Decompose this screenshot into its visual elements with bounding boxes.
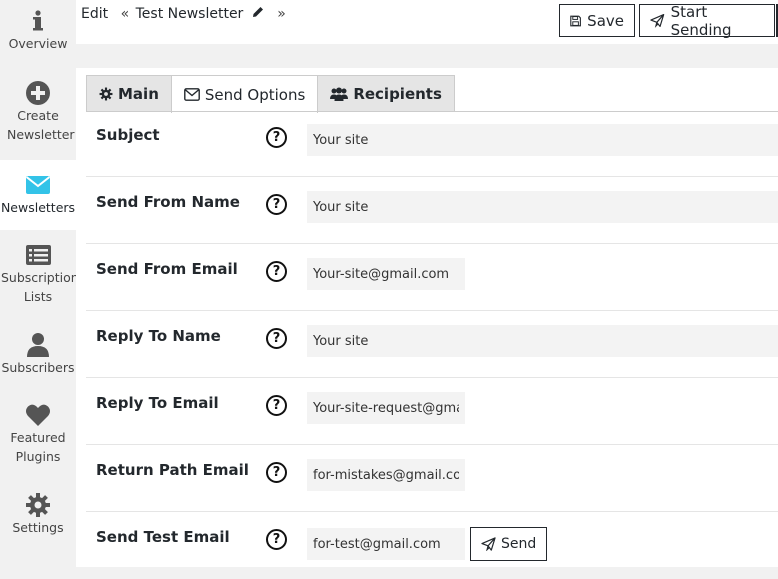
start-sending-button[interactable]: Start Sending <box>639 2 775 39</box>
user-icon <box>27 333 49 357</box>
send-from-email-input[interactable] <box>307 258 465 290</box>
save-button[interactable]: Save <box>559 4 635 37</box>
return-path-email-input[interactable] <box>307 459 465 491</box>
tab-label: Send Options <box>204 85 306 104</box>
form-row-return-path-email: Return Path Email ? <box>86 445 778 512</box>
reply-to-email-label: Reply To Email <box>96 394 219 412</box>
sidebar-item-featured-plugins[interactable]: Featured Plugins <box>0 402 76 472</box>
form-row-send-from-name: Send From Name ? <box>86 177 778 244</box>
envelope-icon <box>183 88 200 101</box>
sidebar-item-overview[interactable]: Overview <box>0 8 76 64</box>
reply-to-name-label: Reply To Name <box>96 327 221 345</box>
sidebar-item-settings[interactable]: Settings <box>0 492 76 542</box>
sidebar-item-label: Newsletters <box>0 200 76 215</box>
sidebar-item-label: Subscription Lists <box>1 270 79 304</box>
form-row-reply-to-name: Reply To Name ? <box>86 311 778 378</box>
plus-circle-icon <box>26 81 50 105</box>
tab-main[interactable]: Main <box>86 75 172 112</box>
subject-label: Subject <box>96 126 160 144</box>
help-icon[interactable]: ? <box>266 328 287 349</box>
save-label: Save <box>587 11 624 30</box>
quote-open: « <box>120 6 130 22</box>
reply-to-name-input[interactable] <box>307 325 778 357</box>
sidebar-item-newsletters[interactable]: Newsletters <box>0 160 76 230</box>
send-from-name-label: Send From Name <box>96 193 240 211</box>
sidebar-item-subscribers[interactable]: Subscribers <box>0 332 76 382</box>
send-from-email-label: Send From Email <box>96 260 238 278</box>
heart-icon <box>26 404 50 426</box>
paper-plane-icon <box>650 13 665 28</box>
start-sending-label: Start Sending <box>670 2 732 39</box>
newsletter-name: Test Newsletter <box>135 6 244 22</box>
breadcrumb: Edit « Test Newsletter » <box>81 5 288 22</box>
quote-close: » <box>277 6 286 22</box>
form-row-send-test-email: Send Test Email ? Send <box>86 512 778 579</box>
tab-label: Recipients <box>353 85 442 103</box>
send-test-email-input[interactable] <box>307 528 465 560</box>
gear-icon <box>26 493 50 517</box>
header-separator <box>76 44 778 68</box>
return-path-email-label: Return Path Email <box>96 461 249 479</box>
info-icon <box>33 10 43 31</box>
tab-label: Main <box>118 85 159 103</box>
envelope-icon <box>25 176 51 194</box>
help-icon[interactable]: ? <box>266 127 287 148</box>
sidebar-item-label: Subscribers <box>1 360 75 375</box>
users-icon <box>330 87 349 101</box>
admin-sidebar: Overview Create Newsletter Newsletters S… <box>0 0 79 567</box>
sidebar-item-label: Overview <box>8 36 68 51</box>
paper-plane-icon <box>481 537 496 551</box>
help-icon[interactable]: ? <box>266 395 287 416</box>
list-icon <box>26 245 51 265</box>
sidebar-item-create-newsletter[interactable]: Create Newsletter <box>0 80 76 150</box>
gear-icon <box>99 87 113 101</box>
tab-send-options[interactable]: Send Options <box>170 75 319 113</box>
help-icon[interactable]: ? <box>266 261 287 282</box>
main-content: Edit « Test Newsletter » Save Start Send… <box>76 0 778 567</box>
sidebar-item-label: Create Newsletter <box>7 108 75 142</box>
floppy-disk-icon <box>570 15 581 26</box>
help-icon[interactable]: ? <box>266 529 287 550</box>
send-test-email-label: Send Test Email <box>96 528 230 546</box>
sidebar-item-subscription-lists[interactable]: Subscription Lists <box>0 242 79 312</box>
sidebar-item-label: Featured Plugins <box>10 430 66 464</box>
send-from-name-input[interactable] <box>307 191 778 223</box>
edit-label: Edit <box>81 6 109 22</box>
send-test-label: Send <box>501 536 537 552</box>
tab-recipients[interactable]: Recipients <box>317 75 455 112</box>
help-icon[interactable]: ? <box>266 194 287 215</box>
form-row-subject: Subject ? <box>86 110 778 177</box>
subject-input[interactable] <box>307 124 778 156</box>
tab-bar: Main Send Options Recipients <box>86 75 455 113</box>
top-bar: Edit « Test Newsletter » Save Start Send… <box>76 0 778 44</box>
reply-to-email-input[interactable] <box>307 392 465 424</box>
pencil-icon[interactable] <box>251 5 265 19</box>
form-row-send-from-email: Send From Email ? <box>86 244 778 311</box>
form-row-reply-to-email: Reply To Email ? <box>86 378 778 445</box>
sidebar-item-label: Settings <box>12 520 64 535</box>
send-test-button[interactable]: Send <box>470 527 548 561</box>
help-icon[interactable]: ? <box>266 462 287 483</box>
